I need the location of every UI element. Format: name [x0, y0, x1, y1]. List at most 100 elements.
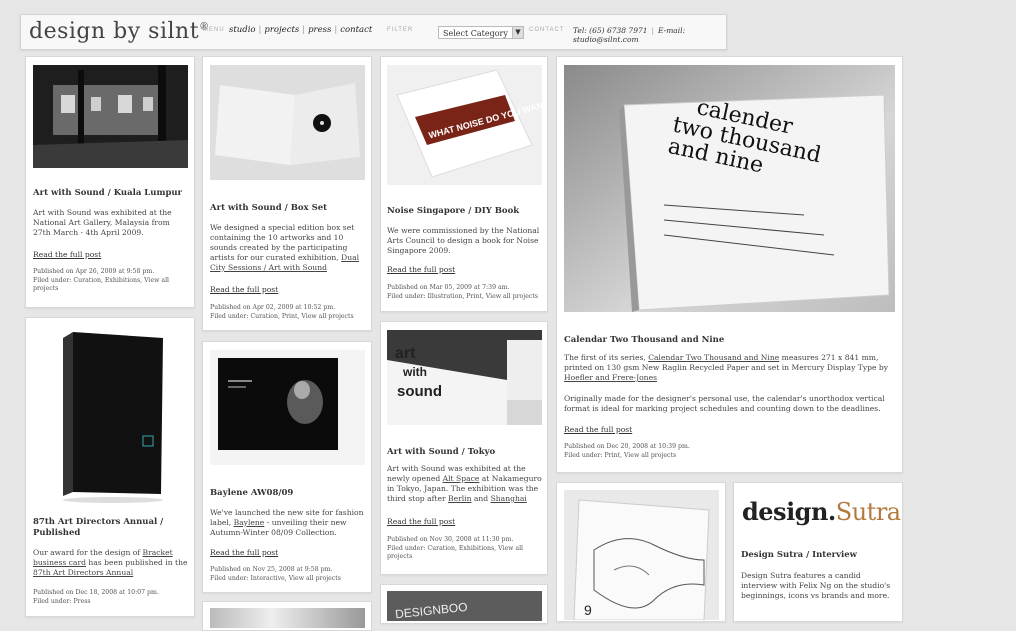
- post-title[interactable]: Art with Sound / Kuala Lumpur: [33, 188, 191, 199]
- book-photo: [33, 324, 188, 504]
- filed-under[interactable]: Filed under: Print, View all projects: [564, 452, 897, 461]
- publish-date: Published on Apr 02, 2009 at 10:52 pm.: [210, 304, 336, 311]
- excerpt-text: We designed a special edition box set co…: [210, 223, 355, 262]
- site-logo[interactable]: design by silnt®: [29, 19, 210, 44]
- post-title[interactable]: Noise Singapore / DIY Book: [387, 206, 545, 217]
- gallery-photo: [33, 65, 188, 168]
- select-value: Select Category: [443, 29, 508, 38]
- design-sutra-logo[interactable]: design.Sutra: [742, 497, 901, 526]
- post-title[interactable]: Art with Sound / Box Set: [210, 203, 368, 214]
- filed-under[interactable]: Filed under: Curation, Exhibitions, View…: [33, 277, 191, 294]
- post-thumbnail[interactable]: DESIGNBOO: [387, 591, 542, 621]
- calendar-link[interactable]: Calendar Two Thousand and Nine: [648, 353, 779, 362]
- post-card-baylene: Baylene AW08/09 We've launched the new s…: [202, 341, 372, 593]
- post-excerpt: Our award for the design of Bracket busi…: [33, 548, 188, 578]
- post-meta: Published on Nov 25, 2008 at 9:58 pm. Fi…: [210, 566, 368, 583]
- post-title[interactable]: Baylene AW08/09: [210, 488, 368, 499]
- read-more-link[interactable]: Read the full post: [210, 548, 278, 557]
- read-more-link[interactable]: Read the full post: [564, 425, 632, 434]
- post-thumbnail[interactable]: [33, 65, 188, 168]
- nav-studio[interactable]: studio: [229, 25, 256, 35]
- website-screenshot: [210, 350, 365, 465]
- nav-press[interactable]: press: [308, 25, 331, 35]
- post-title[interactable]: Design Sutra / Interview: [741, 550, 899, 561]
- post-card-calendar: calender two thousand and nine Calendar …: [556, 56, 903, 473]
- contact-info: Tel: (65) 6738 7971 | E-mail: studio@silnt…: [573, 26, 726, 44]
- publish-date: Published on Nov 25, 2008 at 9:58 pm.: [210, 566, 333, 573]
- post-card-design-sutra: design.Sutra Design Sutra / Interview De…: [733, 482, 903, 622]
- svg-text:9: 9: [584, 602, 592, 618]
- filed-under[interactable]: Filed under: Interactive, View all proje…: [210, 575, 368, 584]
- annual-link[interactable]: 87th Art Directors Annual: [33, 568, 133, 577]
- thumb-text-with: with: [402, 365, 427, 379]
- post-card-tokyo: art with sound Art with Sound / Tokyo Ar…: [380, 321, 548, 575]
- read-more-link[interactable]: Read the full post: [387, 265, 455, 274]
- nav-projects[interactable]: projects: [264, 25, 299, 35]
- post-excerpt: We've launched the new site for fashion …: [210, 508, 368, 538]
- logo-part-design: design: [742, 497, 828, 526]
- post-excerpt-2: Originally made for the designer's perso…: [564, 394, 885, 413]
- post-excerpt: Art with Sound was exhibited at the Nati…: [33, 208, 172, 237]
- contact-divider: |: [651, 26, 655, 35]
- map-photo: 9: [564, 490, 719, 620]
- hoefler-link[interactable]: Hoefler and Frere-Jones: [564, 373, 657, 382]
- post-thumbnail[interactable]: [33, 324, 188, 504]
- post-excerpt: Design Sutra features a candid interview…: [741, 571, 891, 600]
- berlin-link[interactable]: Berlin: [448, 494, 471, 503]
- filter-label: FILTER: [387, 27, 414, 33]
- post-thumbnail[interactable]: 9: [564, 490, 719, 620]
- category-select[interactable]: Select Category ▼: [438, 26, 524, 39]
- post-card-designbook: DESIGNBOO: [380, 584, 548, 624]
- publish-date: Published on Nov 30, 2008 at 11:30 pm.: [387, 536, 514, 543]
- post-title[interactable]: Calendar Two Thousand and Nine: [564, 335, 894, 346]
- filed-under[interactable]: Filed under: Curation, Exhibitions, View…: [387, 545, 545, 562]
- logo-part-sutra: Sutra: [835, 498, 901, 526]
- filed-under[interactable]: Filed under: Curation, Print, View all p…: [210, 313, 368, 322]
- post-meta: Published on Nov 30, 2008 at 11:30 pm. F…: [387, 536, 545, 562]
- baylene-link[interactable]: Baylene: [234, 518, 265, 527]
- nav-contact[interactable]: contact: [340, 25, 372, 35]
- designbook-photo: DESIGNBOO: [387, 591, 542, 621]
- post-thumbnail[interactable]: WHAT NOISE DO YOU WANNA MAKE?: [387, 65, 542, 185]
- excerpt-text: has been published in the: [88, 558, 188, 567]
- post-excerpt: We designed a special edition box set co…: [210, 223, 368, 273]
- post-meta: Published on Dec 18, 2008 at 10:07 pm. F…: [33, 589, 191, 606]
- post-card-art-directors-annual: 87th Art Directors Annual / Published Ou…: [25, 317, 195, 617]
- filed-under[interactable]: Filed under: Press: [33, 598, 191, 607]
- excerpt-text: and: [473, 494, 489, 503]
- post-thumbnail[interactable]: [210, 65, 365, 180]
- read-more-link[interactable]: Read the full post: [387, 517, 455, 526]
- post-meta: Published on Dec 20, 2008 at 10:39 pm. F…: [564, 443, 897, 460]
- post-thumbnail[interactable]: art with sound: [387, 330, 542, 425]
- dropdown-arrow-icon[interactable]: ▼: [512, 27, 523, 38]
- logo-dot: .: [827, 497, 836, 526]
- alt-space-link[interactable]: Alt Space: [443, 474, 480, 483]
- publish-date: Published on Mar 05, 2009 at 7:39 am.: [387, 284, 510, 291]
- contact-label: CONTACT: [529, 27, 565, 33]
- box-set-photo: [210, 65, 365, 180]
- main-nav: studio | projects | press | contact: [229, 25, 372, 35]
- post-card-noise-singapore: WHAT NOISE DO YOU WANNA MAKE? Noise Sing…: [380, 56, 548, 312]
- calendar-photo: calender two thousand and nine: [564, 65, 895, 312]
- read-more-link[interactable]: Read the full post: [33, 250, 101, 259]
- post-card-kuala-lumpur: Art with Sound / Kuala Lumpur Art with S…: [25, 56, 195, 308]
- excerpt-text: The first of its series,: [564, 353, 646, 362]
- publish-date: Published on Dec 20, 2008 at 10:39 pm.: [564, 443, 690, 450]
- post-title[interactable]: Art with Sound / Tokyo: [387, 447, 545, 458]
- post-meta: Published on Apr 02, 2009 at 10:52 pm. F…: [210, 304, 368, 321]
- filed-under[interactable]: Filed under: Illustration, Print, View a…: [387, 293, 545, 302]
- post-card-map: 9: [556, 482, 726, 622]
- shanghai-link[interactable]: Shanghai: [491, 494, 527, 503]
- logo-text: design by silnt: [29, 19, 200, 44]
- menu-label: MENU: [203, 27, 225, 33]
- read-more-link[interactable]: Read the full post: [210, 285, 278, 294]
- post-excerpt: We were commissioned by the National Art…: [387, 226, 540, 255]
- post-meta: Published on Mar 05, 2009 at 7:39 am. Fi…: [387, 284, 545, 301]
- post-thumbnail[interactable]: [210, 608, 365, 628]
- post-card-box-set: Art with Sound / Box Set We designed a s…: [202, 56, 372, 331]
- post-title[interactable]: 87th Art Directors Annual / Published: [33, 517, 188, 539]
- post-thumbnail[interactable]: [210, 350, 365, 465]
- publish-date: Published on Apr 26, 2009 at 9:58 pm.: [33, 268, 155, 275]
- exhibition-photo: art with sound: [387, 330, 542, 425]
- post-thumbnail[interactable]: calender two thousand and nine: [564, 65, 895, 312]
